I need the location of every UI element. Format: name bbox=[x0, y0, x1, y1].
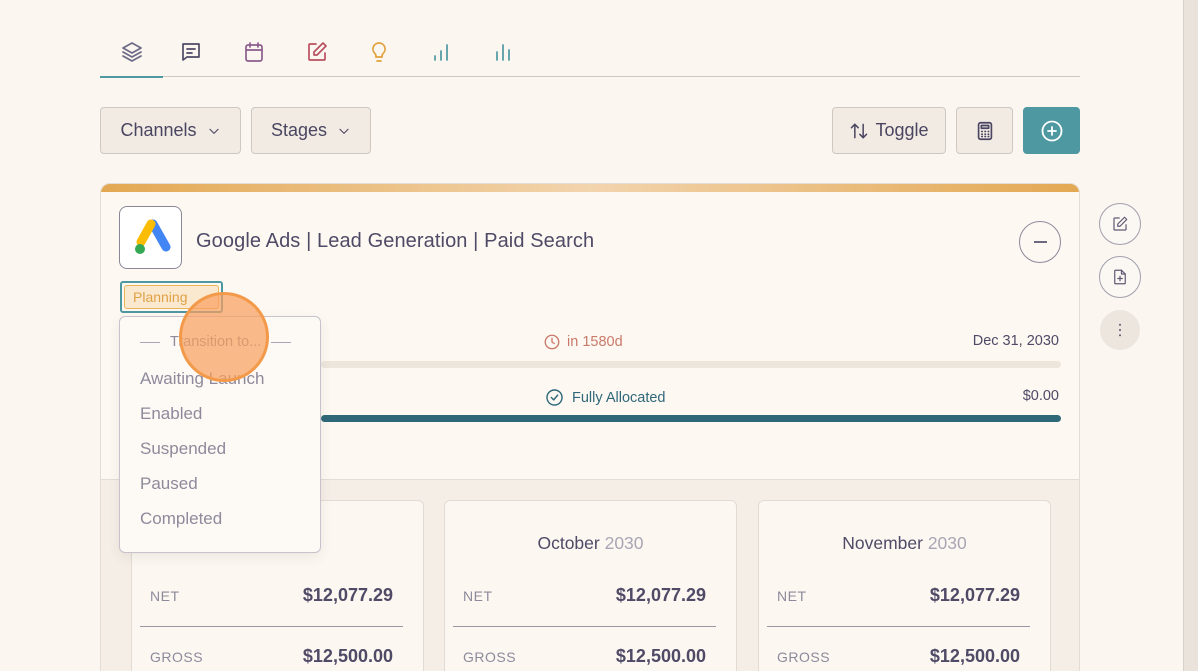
edit-icon bbox=[1113, 216, 1128, 231]
gross-label: GROSS bbox=[150, 649, 204, 665]
window-edge bbox=[1183, 0, 1198, 671]
more-options-button[interactable] bbox=[1100, 310, 1140, 350]
budget-status: Fully Allocated bbox=[545, 388, 666, 407]
menu-item-enabled[interactable]: Enabled bbox=[140, 404, 202, 424]
tab-messages[interactable] bbox=[159, 28, 222, 76]
month-year: 2030 bbox=[927, 533, 967, 553]
net-label: NET bbox=[150, 588, 180, 604]
status-transition-menu: Transition to... Awaiting Launch Enabled… bbox=[119, 316, 321, 553]
gross-value: $12,500.00 bbox=[302, 646, 393, 666]
clock-icon bbox=[544, 334, 560, 350]
end-date: Dec 31, 2030 bbox=[972, 333, 1059, 349]
calendar-icon bbox=[244, 42, 263, 62]
menu-header: Transition to... bbox=[140, 334, 300, 350]
net-value: $12,077.29 bbox=[929, 585, 1020, 605]
month-card: November 2030 NET $12,077.29 GROSS $12,5… bbox=[758, 500, 1051, 671]
status-chip[interactable]: Planning bbox=[120, 281, 223, 313]
collapse-card-button[interactable] bbox=[1019, 221, 1061, 263]
budget-amount: $0.00 bbox=[1022, 388, 1059, 404]
month-name: November bbox=[842, 533, 923, 553]
budget-progress-bar bbox=[321, 415, 1061, 422]
tab-ideas[interactable] bbox=[347, 28, 410, 76]
bar-chart-icon bbox=[433, 44, 448, 61]
month-title: October 2030 bbox=[445, 533, 736, 554]
add-document-button[interactable] bbox=[1099, 256, 1141, 298]
divider bbox=[453, 626, 716, 627]
month-name: October bbox=[537, 533, 600, 553]
status-label: Planning bbox=[124, 285, 219, 309]
net-label: NET bbox=[463, 588, 493, 604]
view-tabs bbox=[100, 28, 1080, 78]
card-accent-bar bbox=[101, 184, 1079, 192]
calculator-button[interactable] bbox=[956, 107, 1013, 154]
more-vertical-icon bbox=[1119, 323, 1121, 337]
calculator-icon bbox=[977, 121, 992, 140]
tab-calendar[interactable] bbox=[222, 28, 285, 76]
tab-stats[interactable] bbox=[409, 28, 472, 76]
divider bbox=[767, 626, 1030, 627]
campaign-title: Google Ads | Lead Generation | Paid Sear… bbox=[196, 230, 595, 252]
divider bbox=[271, 341, 292, 343]
gross-label: GROSS bbox=[463, 649, 517, 665]
sort-arrows-icon bbox=[851, 123, 868, 138]
net-value: $12,077.29 bbox=[615, 585, 706, 605]
menu-header-text: Transition to... bbox=[170, 334, 262, 350]
edit-icon bbox=[307, 42, 327, 61]
layers-icon bbox=[121, 42, 142, 62]
channels-filter-button[interactable]: Channels bbox=[100, 107, 241, 154]
gross-value: $12,500.00 bbox=[615, 646, 706, 666]
gross-label: GROSS bbox=[777, 649, 831, 665]
gross-value: $12,500.00 bbox=[929, 646, 1020, 666]
google-ads-logo bbox=[119, 206, 182, 269]
stages-filter-button[interactable]: Stages bbox=[251, 107, 371, 154]
bar-chart-alt-icon bbox=[495, 44, 510, 61]
menu-item-paused[interactable]: Paused bbox=[140, 474, 198, 494]
timeline-progress-track bbox=[321, 361, 1061, 368]
lightbulb-icon bbox=[371, 42, 386, 62]
tab-analytics[interactable] bbox=[471, 28, 534, 76]
toggle-button[interactable]: Toggle bbox=[832, 107, 946, 154]
plus-circle-icon bbox=[1041, 120, 1062, 141]
divider bbox=[140, 341, 160, 343]
net-value: $12,077.29 bbox=[302, 585, 393, 605]
add-campaign-button[interactable] bbox=[1023, 107, 1080, 154]
menu-item-awaiting-launch[interactable]: Awaiting Launch bbox=[140, 369, 264, 389]
menu-item-suspended[interactable]: Suspended bbox=[140, 439, 226, 459]
toggle-label: Toggle bbox=[875, 120, 929, 140]
time-remaining-text: in 1580d bbox=[567, 334, 623, 350]
chevron-down-icon bbox=[208, 128, 219, 134]
month-card: October 2030 NET $12,077.29 GROSS $12,50… bbox=[444, 500, 737, 671]
stages-label: Stages bbox=[270, 120, 328, 140]
channels-label: Channels bbox=[120, 120, 197, 140]
file-plus-icon bbox=[1114, 269, 1126, 285]
month-year: 2030 bbox=[604, 533, 644, 553]
divider bbox=[140, 626, 403, 627]
tab-layers[interactable] bbox=[100, 28, 163, 78]
tab-edit[interactable] bbox=[285, 28, 348, 76]
check-circle-icon bbox=[546, 389, 563, 406]
google-ads-logo-icon bbox=[134, 219, 170, 254]
budget-status-text: Fully Allocated bbox=[572, 389, 666, 406]
menu-item-completed[interactable]: Completed bbox=[140, 509, 222, 529]
message-square-icon bbox=[181, 43, 200, 61]
net-label: NET bbox=[777, 588, 807, 604]
time-remaining: in 1580d bbox=[543, 333, 623, 351]
month-title: November 2030 bbox=[759, 533, 1050, 554]
edit-campaign-button[interactable] bbox=[1099, 203, 1141, 245]
chevron-down-icon bbox=[339, 128, 349, 134]
